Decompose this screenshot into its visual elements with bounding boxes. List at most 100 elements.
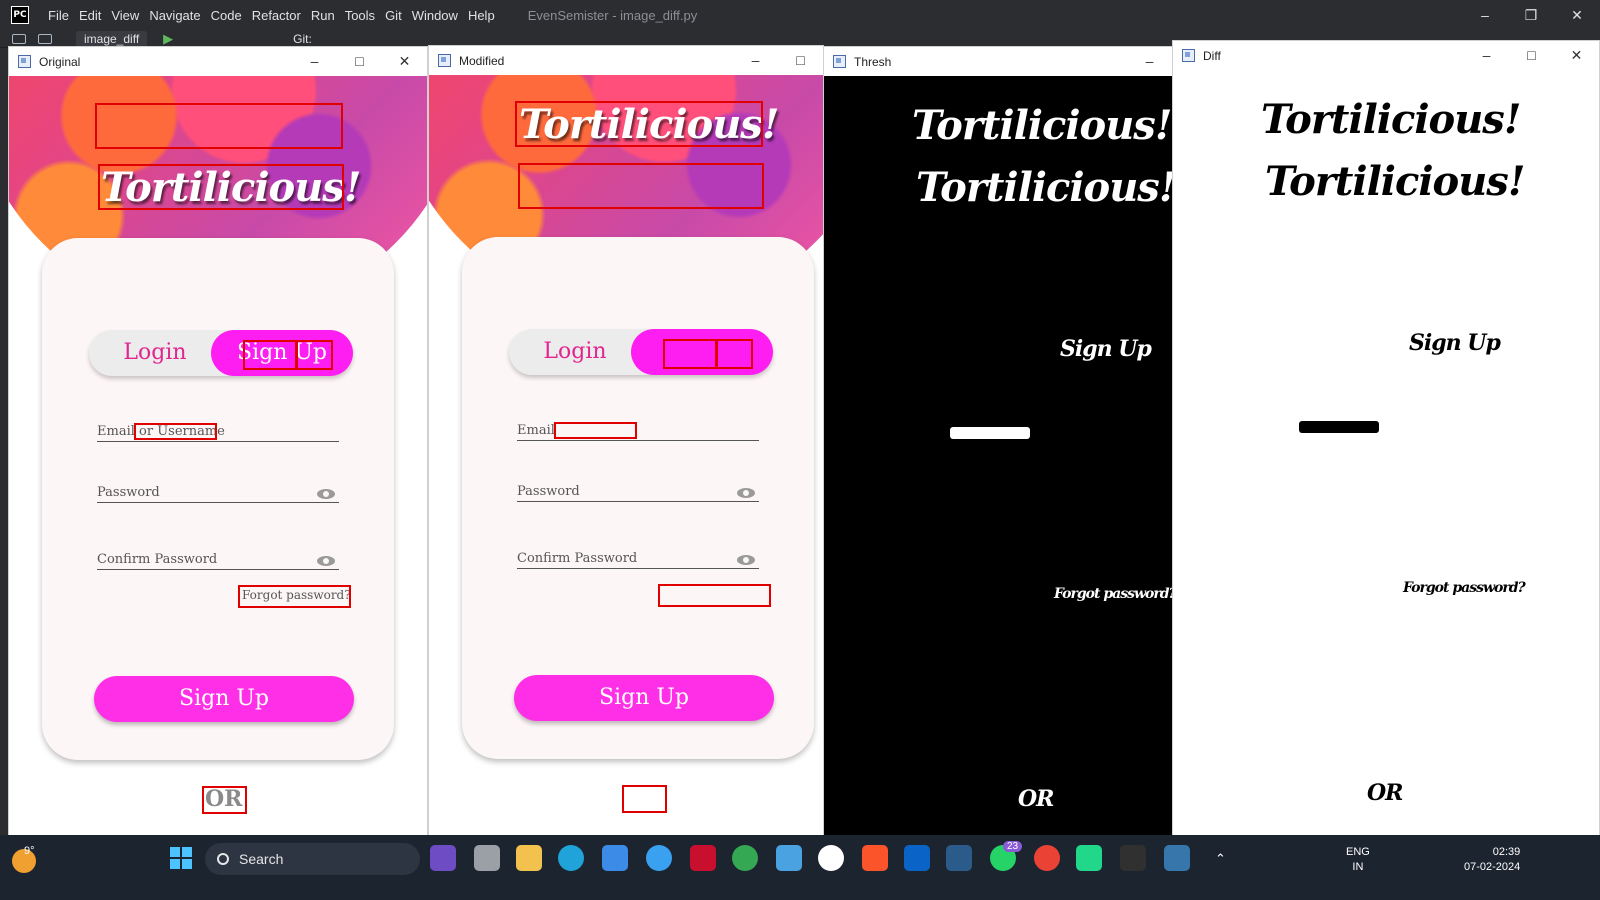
login-tab[interactable]: Login	[89, 330, 221, 376]
file-explorer-icon[interactable]	[516, 845, 542, 871]
menu-view[interactable]: View	[106, 8, 144, 23]
app-icon[interactable]	[818, 845, 844, 871]
menu-edit[interactable]: Edit	[74, 8, 106, 23]
eye-icon[interactable]	[737, 555, 755, 565]
window-app-icon	[438, 54, 451, 67]
windows-start-icon[interactable]	[170, 847, 192, 869]
diff-box	[243, 340, 298, 370]
app-icon[interactable]	[430, 845, 456, 871]
chrome-icon[interactable]	[732, 845, 758, 871]
run-icon[interactable]: ▶	[163, 31, 173, 47]
pycharm-icon[interactable]	[1076, 845, 1102, 871]
clock-date: 07-02-2024	[1464, 861, 1521, 873]
minimize-icon[interactable]: –	[1127, 47, 1172, 76]
window-titlebar[interactable]: Modified – □	[429, 46, 823, 75]
menu-tools[interactable]: Tools	[340, 8, 380, 23]
window-titlebar[interactable]: Thresh –	[824, 47, 1172, 76]
app-icon[interactable]	[646, 845, 672, 871]
window-modified: Modified – □ Tortilicious! Login Email P	[428, 45, 824, 836]
menu-git[interactable]: Git	[380, 8, 407, 23]
thresh-title-blob: Tortilicious!	[912, 102, 1172, 149]
diff-box	[518, 163, 764, 209]
save-icon[interactable]	[38, 33, 52, 44]
maximize-icon[interactable]: □	[778, 46, 823, 75]
signup-button[interactable]: Sign Up	[514, 675, 774, 721]
window-titlebar[interactable]: Diff – □ ✕	[1173, 41, 1599, 70]
brave-icon[interactable]	[862, 845, 888, 871]
diff-forgot-blob: Forgot password?	[1403, 580, 1526, 596]
diff-box	[515, 101, 763, 147]
minimize-icon[interactable]: –	[292, 47, 337, 76]
menu-help[interactable]: Help	[463, 8, 500, 23]
minimize-icon[interactable]: –	[1464, 41, 1509, 70]
store-icon[interactable]	[602, 845, 628, 871]
app-icon[interactable]	[474, 845, 500, 871]
run-config-select[interactable]: image_diff	[76, 30, 148, 47]
login-tab[interactable]: Login	[509, 329, 641, 375]
menu-navigate[interactable]: Navigate	[144, 8, 205, 23]
signup-button[interactable]: Sign Up	[94, 676, 354, 722]
confirm-password-field[interactable]: Confirm Password	[517, 551, 759, 569]
close-icon[interactable]: ✕	[1554, 0, 1600, 30]
window-thresh: Thresh – Tortilicious! Tortilicious! Sig…	[823, 46, 1173, 836]
thresh-title-blob: Tortilicious!	[916, 164, 1172, 211]
menu-run[interactable]: Run	[306, 8, 340, 23]
notepad-icon[interactable]	[776, 845, 802, 871]
tray-chevron-icon[interactable]: ⌃	[1215, 851, 1226, 867]
diff-box	[658, 584, 771, 607]
eye-icon[interactable]	[317, 556, 335, 566]
ide-window-title: EvenSemister - image_diff.py	[527, 7, 698, 23]
window-original: Original – □ ✕ Tortilicious! Login Sign …	[8, 46, 428, 836]
eye-icon[interactable]	[737, 488, 755, 498]
diff-email-blob	[1299, 421, 1379, 433]
maximize-icon[interactable]: □	[337, 47, 382, 76]
outlook-icon[interactable]	[904, 845, 930, 871]
chrome-icon[interactable]	[1034, 845, 1060, 871]
minimize-icon[interactable]: –	[1462, 0, 1508, 30]
weather-temp: 9°	[24, 845, 35, 857]
terminal-icon[interactable]	[1120, 845, 1146, 871]
edge-icon[interactable]	[558, 845, 584, 871]
eye-icon[interactable]	[317, 489, 335, 499]
menu-refactor[interactable]: Refactor	[247, 8, 306, 23]
diff-box	[134, 423, 217, 440]
window-app-icon	[18, 55, 31, 68]
open-folder-icon[interactable]	[12, 33, 26, 44]
restore-icon[interactable]: ❐	[1508, 0, 1554, 30]
diff-box	[202, 786, 247, 814]
menu-code[interactable]: Code	[206, 8, 247, 23]
diff-box	[715, 339, 753, 369]
taskbar-search[interactable]: Search	[205, 843, 420, 875]
close-icon[interactable]: ✕	[1554, 41, 1599, 70]
diff-box	[554, 422, 637, 439]
login-card: Login Sign Up Email or Username Password…	[42, 238, 394, 760]
clock[interactable]: 02:39 07-02-2024	[1464, 845, 1520, 875]
password-field[interactable]: Password	[517, 484, 759, 502]
window-title: Modified	[459, 53, 505, 68]
clock-time: 02:39	[1492, 846, 1521, 858]
mcafee-icon[interactable]	[690, 845, 716, 871]
image-original: Tortilicious! Login Sign Up Email or Use…	[9, 76, 427, 835]
diff-box	[238, 585, 351, 608]
window-title: Diff	[1203, 48, 1221, 63]
window-titlebar[interactable]: Original – □ ✕	[9, 47, 427, 76]
app-icon[interactable]	[946, 845, 972, 871]
python-icon[interactable]	[1164, 845, 1190, 871]
thresh-forgot-blob: Forgot password?	[1054, 586, 1172, 602]
thresh-signup-blob: Sign Up	[1060, 336, 1152, 362]
pycharm-logo-icon: PC	[11, 6, 29, 24]
password-field[interactable]: Password	[97, 485, 339, 503]
diff-signup-blob: Sign Up	[1409, 330, 1501, 356]
search-label: Search	[239, 851, 284, 867]
password-label: Password	[517, 484, 580, 499]
language-indicator[interactable]: ENG IN	[1346, 845, 1370, 875]
diff-title-blob: Tortilicious!	[1265, 158, 1525, 205]
menu-file[interactable]: File	[43, 8, 74, 23]
login-card: Login Email Password Confirm Password Si…	[462, 237, 814, 759]
menu-window[interactable]: Window	[407, 8, 463, 23]
close-icon[interactable]: ✕	[382, 47, 427, 76]
confirm-password-label: Confirm Password	[97, 552, 218, 567]
minimize-icon[interactable]: –	[733, 46, 778, 75]
confirm-password-field[interactable]: Confirm Password	[97, 552, 339, 570]
maximize-icon[interactable]: □	[1509, 41, 1554, 70]
